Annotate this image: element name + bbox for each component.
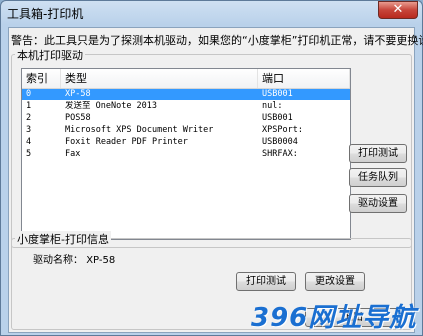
driver-name-value: XP-58 — [86, 255, 116, 266]
row-type: Fax — [65, 149, 81, 159]
driver-row[interactable]: 1 发送至 OneNote 2013 nul: — [22, 101, 350, 112]
task-queue-button[interactable]: 任务队列 — [349, 168, 407, 187]
driver-name-row: 驱动名称： XP-58 — [33, 251, 115, 266]
row-index: 0 — [26, 89, 32, 99]
driver-row[interactable]: 2 POS58 USB001 — [22, 113, 350, 124]
column-header-index[interactable]: 索引 — [22, 69, 61, 88]
driver-row[interactable]: 4 Foxit Reader PDF Printer USB0004 — [22, 137, 350, 148]
driver-row[interactable]: 3 Microsoft XPS Document Writer XPSPort: — [22, 125, 350, 136]
dialog-body: 警告：此工具只是为了探测本机驱动，如果您的“小度掌柜”打印机正常，请不要更换设置… — [8, 27, 423, 333]
driver-row[interactable]: 0 XP-58 USB001 — [22, 89, 350, 100]
site-watermark: 396网址导航 — [251, 297, 421, 333]
row-type: XP-58 — [65, 89, 91, 99]
title-bar[interactable]: 工具箱-打印机 ✕ — [1, 1, 422, 25]
close-icon: ✕ — [392, 2, 404, 17]
watermark-text: 396网址导航 — [251, 303, 417, 333]
print-test-button[interactable]: 打印测试 — [349, 144, 407, 163]
driver-group-label: 本机打印驱动 — [15, 47, 85, 63]
row-port: USB001 — [262, 113, 293, 123]
change-settings-button[interactable]: 更改设置 — [305, 272, 365, 291]
row-port: USB0004 — [262, 137, 298, 147]
row-index: 3 — [26, 125, 32, 135]
row-type: 发送至 OneNote 2013 — [65, 101, 158, 111]
row-index: 4 — [26, 137, 32, 147]
row-port: SHRFAX: — [262, 149, 298, 159]
driver-row[interactable]: 5 Fax SHRFAX: — [22, 149, 350, 160]
printer-toolbox-window: 工具箱-打印机 ✕ 警告：此工具只是为了探测本机驱动，如果您的“小度掌柜”打印机… — [0, 0, 423, 336]
row-port: USB001 — [262, 89, 293, 99]
row-port: nul: — [262, 101, 283, 111]
row-type: Microsoft XPS Document Writer — [65, 125, 214, 135]
row-type: Foxit Reader PDF Printer — [65, 137, 188, 147]
window-title: 工具箱-打印机 — [7, 7, 84, 21]
close-button[interactable]: ✕ — [378, 1, 418, 19]
print-test-button-bottom[interactable]: 打印测试 — [236, 272, 296, 291]
column-header-type[interactable]: 类型 — [61, 69, 258, 88]
row-type: POS58 — [65, 113, 91, 123]
row-index: 1 — [26, 101, 32, 111]
warning-text: 警告：此工具只是为了探测本机驱动，如果您的“小度掌柜”打印机正常，请不要更换设置 — [11, 34, 423, 47]
driver-list-header: 索引 类型 端口 — [22, 69, 350, 89]
row-index: 2 — [26, 113, 32, 123]
driver-list[interactable]: 索引 类型 端口 0 XP-58 USB001 1 发送至 OneNote 20… — [21, 68, 351, 240]
print-info-group-label: 小度掌柜-打印信息 — [15, 231, 111, 247]
column-header-port[interactable]: 端口 — [258, 69, 350, 88]
row-index: 5 — [26, 149, 32, 159]
driver-name-label: 驱动名称： — [33, 255, 83, 266]
driver-settings-button[interactable]: 驱动设置 — [349, 194, 407, 213]
row-port: XPSPort: — [262, 125, 303, 135]
